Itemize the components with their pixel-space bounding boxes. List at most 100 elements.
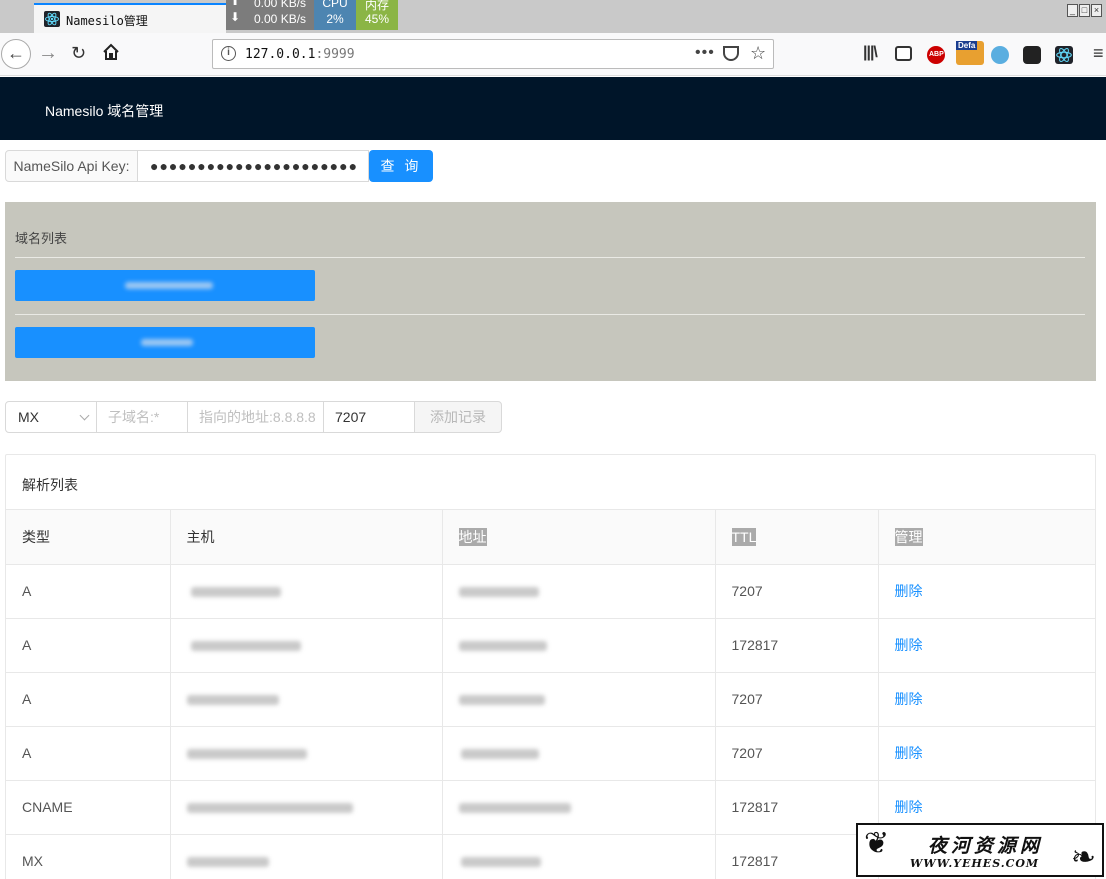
table-row: A 7207 删除 [6,564,1095,619]
tab-title: Namesilo管理 [66,14,148,28]
column-header-label: 主机 [186,528,215,545]
ornament-icon: ❦ [864,827,890,860]
adblock-label: ABP [929,51,944,58]
default-extension-label: Defa [956,41,978,50]
api-key-label: NameSilo Api Key: [5,150,138,182]
ttl-input[interactable]: 7207 [323,401,415,433]
maximize-icon[interactable]: □ [1079,4,1090,17]
forward-arrow-icon[interactable]: → [38,43,58,63]
host-redacted [190,587,281,598]
menu-icon[interactable]: ≡ [1093,43,1104,63]
url-bar[interactable]: i 127.0.0.1:9999 ••• ☆ [212,39,774,69]
column-header-label: 类型 [22,528,50,545]
reload-icon[interactable]: ↻ [71,43,86,63]
host-redacted [186,749,307,760]
react-favicon-icon [44,11,60,27]
back-arrow-icon[interactable]: ← [1,39,31,69]
column-header-label: 管理 [894,527,923,546]
api-key-input[interactable]: ●●●●●●●●●●●●●●●●●●●●●● [137,150,369,182]
records-title: 解析列表 [22,477,78,493]
domain-button[interactable] [15,327,315,358]
cell-actions: 删除 [878,726,1095,781]
cell-host [170,672,443,727]
cell-ttl: 7207 [715,726,879,781]
cell-ttl: 7207 [715,564,879,619]
delete-link[interactable]: 删除 [895,799,923,815]
library-icon[interactable]: |||\ [863,43,878,63]
minimize-icon[interactable]: _ [1067,4,1078,17]
cell-host [170,726,443,781]
network-monitor: ⬆ 0.00 KB/s ⬇ 0.00 KB/s [226,0,314,30]
cell-host [170,834,443,879]
pocket-icon[interactable] [723,46,739,61]
column-header-host: 主机 [170,510,443,565]
address-input[interactable]: 指向的地址:8.8.8.8 [187,401,324,433]
domain-name-redacted [141,339,193,346]
watermark-cn: 夜河资源网 [928,835,1044,857]
table-row: A 7207 删除 [6,672,1095,727]
cpu-label: CPU [322,0,348,10]
subdomain-input[interactable]: 子域名:* [96,401,188,433]
cell-address [442,672,716,727]
net-up-speed: 0.00 KB/s [254,0,307,10]
domain-button[interactable] [15,270,315,301]
delete-link[interactable]: 删除 [895,745,923,761]
bookmark-star-icon[interactable]: ☆ [750,43,766,64]
delete-link[interactable]: 删除 [895,637,923,653]
record-type-select[interactable]: MX [5,401,97,433]
query-button[interactable]: 查 询 [369,150,433,182]
cell-ttl: 172817 [715,618,879,673]
cell-type: A [6,564,171,619]
cell-address [442,726,716,781]
ghost-extension-icon[interactable] [1023,46,1041,64]
delete-link[interactable]: 删除 [895,583,923,599]
column-header-label: TTL [731,527,757,546]
react-devtools-icon[interactable] [1055,46,1073,64]
domain-list-title: 域名列表 [15,231,68,246]
address-redacted [458,641,547,652]
adblock-icon[interactable]: ABP [927,46,945,64]
delete-link[interactable]: 删除 [895,691,923,707]
cell-ttl: 7207 [715,672,879,727]
cell-host [170,618,443,673]
cell-actions: 删除 [878,564,1095,619]
cell-type: A [6,726,171,781]
cell-actions: 删除 [878,618,1095,673]
window-controls: _ □ × [1066,0,1106,17]
upload-arrow-icon: ⬆ [230,0,241,8]
app-title: Namesilo 域名管理 [45,103,164,119]
table-row: A 7207 删除 [6,726,1095,781]
cpu-monitor: CPU 2% [314,0,356,30]
watermark-en: WWW.YEHES.COM [910,857,1040,870]
cell-type: MX [6,834,171,879]
watermark: ❦ 夜河资源网 WWW.YEHES.COM ❧ [856,823,1104,877]
cpu-value: 2% [326,12,344,26]
ornament-icon: ❧ [1070,841,1096,874]
default-extension-icon[interactable]: Defa [956,41,984,65]
divider [15,314,1085,315]
column-header-type: 类型 [6,510,171,565]
page-actions-more-icon[interactable]: ••• [695,44,715,62]
address-redacted [460,857,541,868]
compass-extension-icon[interactable] [991,46,1009,64]
site-info-icon[interactable]: i [221,46,236,61]
host-redacted [186,857,269,868]
cell-address [442,834,716,879]
cell-host [170,780,443,835]
address-redacted [460,749,539,760]
column-header-actions: 管理 [878,510,1095,565]
table-row: A 172817 删除 [6,618,1095,673]
column-header-address: 地址 [442,510,716,565]
chevron-down-icon [79,410,90,421]
host-redacted [190,641,301,652]
address-redacted [458,803,571,814]
address-redacted [458,695,545,706]
close-window-icon[interactable]: × [1091,4,1102,17]
sidebar-icon[interactable] [895,46,912,61]
column-header-label: 地址 [458,527,487,546]
home-icon[interactable] [102,43,120,65]
app-header: Namesilo 域名管理 [0,77,1106,140]
memory-monitor: 内存 45% [356,0,398,30]
add-record-button[interactable]: 添加记录 [414,401,502,433]
browser-tab[interactable]: Namesilo管理 [34,3,226,33]
